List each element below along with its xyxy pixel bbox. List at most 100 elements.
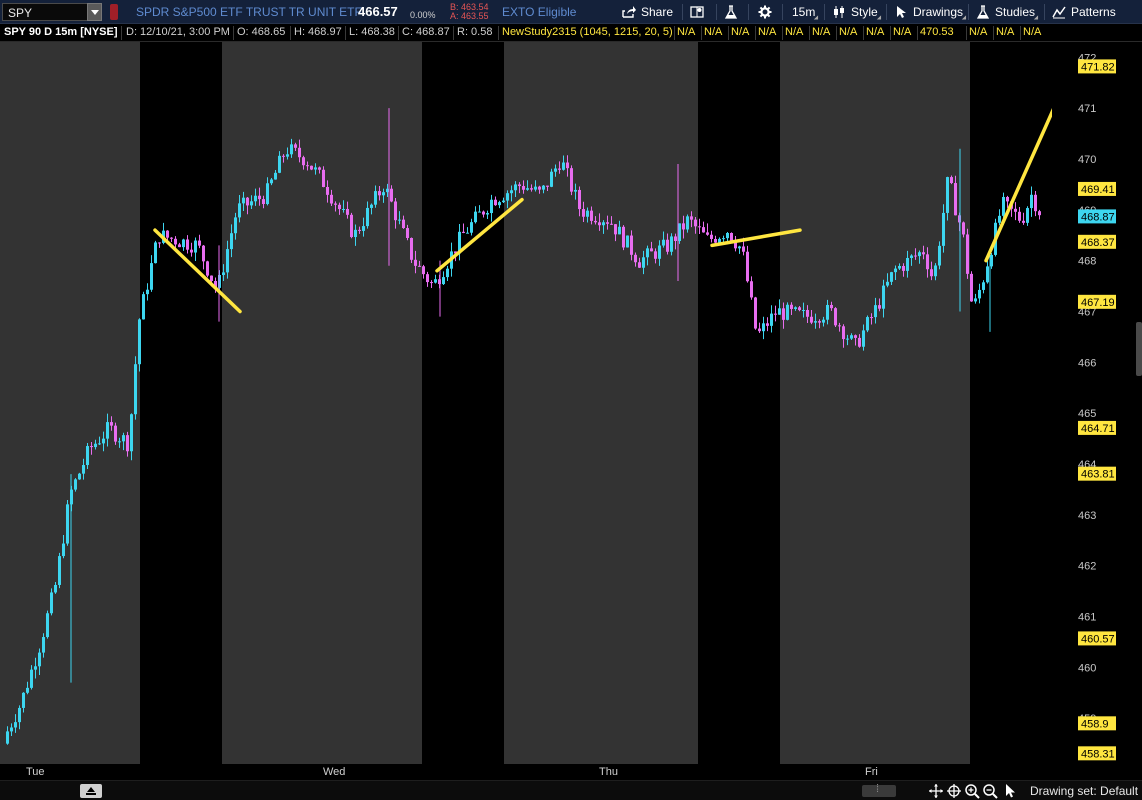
zoom-in-icon[interactable]: [964, 783, 980, 799]
drawings-button[interactable]: Drawings: [894, 3, 969, 22]
flask-button[interactable]: [724, 3, 738, 21]
price-bar: [294, 142, 297, 151]
bar-body: [10, 727, 13, 732]
symbol-dropdown-button[interactable]: [87, 3, 102, 21]
price-bar: [82, 458, 85, 480]
price-bar: [34, 657, 37, 679]
bar-body: [922, 252, 925, 255]
bar-body: [842, 326, 845, 340]
bar-body: [610, 223, 613, 225]
bar-body: [910, 255, 913, 258]
price-axis[interactable]: 4594604614624634644654664674684694704714…: [1052, 42, 1142, 764]
bar-body: [106, 422, 109, 439]
chart-title[interactable]: SPY 90 D 15m [NYSE]: [4, 26, 118, 38]
price-bar: [934, 263, 937, 281]
bar-body: [838, 325, 841, 327]
interval-button[interactable]: 15m: [792, 3, 821, 22]
price-bar: [122, 432, 125, 451]
bar-body: [194, 240, 197, 253]
bar-body: [318, 167, 321, 170]
day-label: Wed: [323, 766, 346, 778]
price-bar: [406, 224, 409, 241]
day-label: Fri: [865, 766, 878, 778]
bar-body: [442, 277, 445, 285]
settings-button[interactable]: [758, 3, 772, 21]
vertical-scrollbar[interactable]: [1136, 322, 1142, 376]
bar-body: [666, 239, 669, 252]
bar-body: [642, 257, 645, 268]
crosshair-icon[interactable]: [946, 783, 962, 799]
price-bar: [558, 161, 561, 174]
bar-body: [170, 237, 173, 239]
patterns-button[interactable]: Patterns: [1052, 3, 1116, 21]
bar-body: [854, 335, 857, 338]
bar-body: [498, 202, 501, 206]
style-button[interactable]: Style: [832, 3, 883, 22]
price-tick-label: 470: [1078, 154, 1096, 166]
bar-body: [542, 185, 545, 190]
price-marker-label: 471.82: [1081, 61, 1115, 73]
zoom-out-icon[interactable]: [982, 783, 998, 799]
expand-panel-button[interactable]: [80, 784, 102, 798]
price-bar: [410, 237, 413, 264]
bar-body: [58, 556, 61, 585]
bottom-bar: Drawing set: Default: [0, 780, 1142, 800]
bar-body: [638, 262, 641, 268]
bar-body: [686, 216, 689, 230]
horizontal-scrollbar[interactable]: [862, 783, 896, 797]
price-bar: [666, 233, 669, 255]
price-bar: [78, 472, 81, 480]
price-bar: [14, 714, 17, 733]
exto-eligible-link[interactable]: EXTO Eligible: [502, 5, 576, 19]
price-marker-label: 467.19: [1081, 297, 1115, 309]
bar-body: [902, 265, 905, 271]
symbol-description-link[interactable]: SPDR S&P500 ETF TRUST TR UNIT ETF: [136, 5, 362, 19]
price-bar: [62, 535, 65, 559]
bar-body: [590, 210, 593, 221]
symbol-input[interactable]: SPY: [2, 3, 102, 21]
bar-body: [222, 272, 225, 275]
bar-body: [1038, 211, 1041, 216]
study-label[interactable]: NewStudy2315 (1045, 1215, 20, 5): [502, 26, 673, 38]
bar-body: [506, 193, 509, 201]
bar-body: [278, 155, 281, 173]
drawing-set-selector[interactable]: Drawing set: Default: [1030, 784, 1138, 798]
studies-button[interactable]: Studies: [976, 3, 1041, 22]
price-chart[interactable]: [0, 42, 1052, 764]
bar-body: [234, 217, 237, 234]
price-bar: [790, 302, 793, 316]
share-icon: [622, 6, 636, 18]
drawings-label: Drawings: [913, 5, 964, 19]
bar-body: [1002, 196, 1005, 216]
bar-body: [826, 304, 829, 320]
price-bar: [402, 215, 405, 229]
price-marker: 468.87: [1078, 209, 1116, 224]
price-marker-label: 458.9: [1081, 718, 1109, 730]
bar-low: L: 468.38: [349, 26, 395, 38]
price-bar: [578, 186, 581, 217]
price-bar: [242, 191, 245, 211]
price-bar: [526, 180, 529, 191]
bar-body: [26, 687, 29, 693]
price-bar: [118, 437, 121, 448]
bar-body: [778, 308, 781, 315]
pointer-icon[interactable]: [1002, 783, 1018, 799]
bar-body: [266, 183, 269, 205]
toolbar-divider: [682, 4, 683, 20]
price-marker-label: 463.81: [1081, 469, 1115, 481]
price-bar: [298, 139, 301, 163]
price-bar: [522, 180, 525, 194]
bar-body: [830, 304, 833, 309]
price-bar: [310, 165, 313, 171]
share-button[interactable]: Share: [622, 3, 673, 21]
pan-arrows-icon[interactable]: [928, 783, 944, 799]
price-bar: [266, 177, 269, 206]
study-value: N/A: [758, 26, 777, 38]
time-axis[interactable]: Tue Wed Thu Fri: [0, 764, 1052, 780]
flexible-grid-button[interactable]: [690, 3, 704, 21]
price-bar: [338, 202, 341, 215]
bar-body: [546, 185, 549, 187]
price-bar: [554, 164, 557, 177]
bar-body: [202, 245, 205, 262]
bar-body: [818, 321, 821, 323]
